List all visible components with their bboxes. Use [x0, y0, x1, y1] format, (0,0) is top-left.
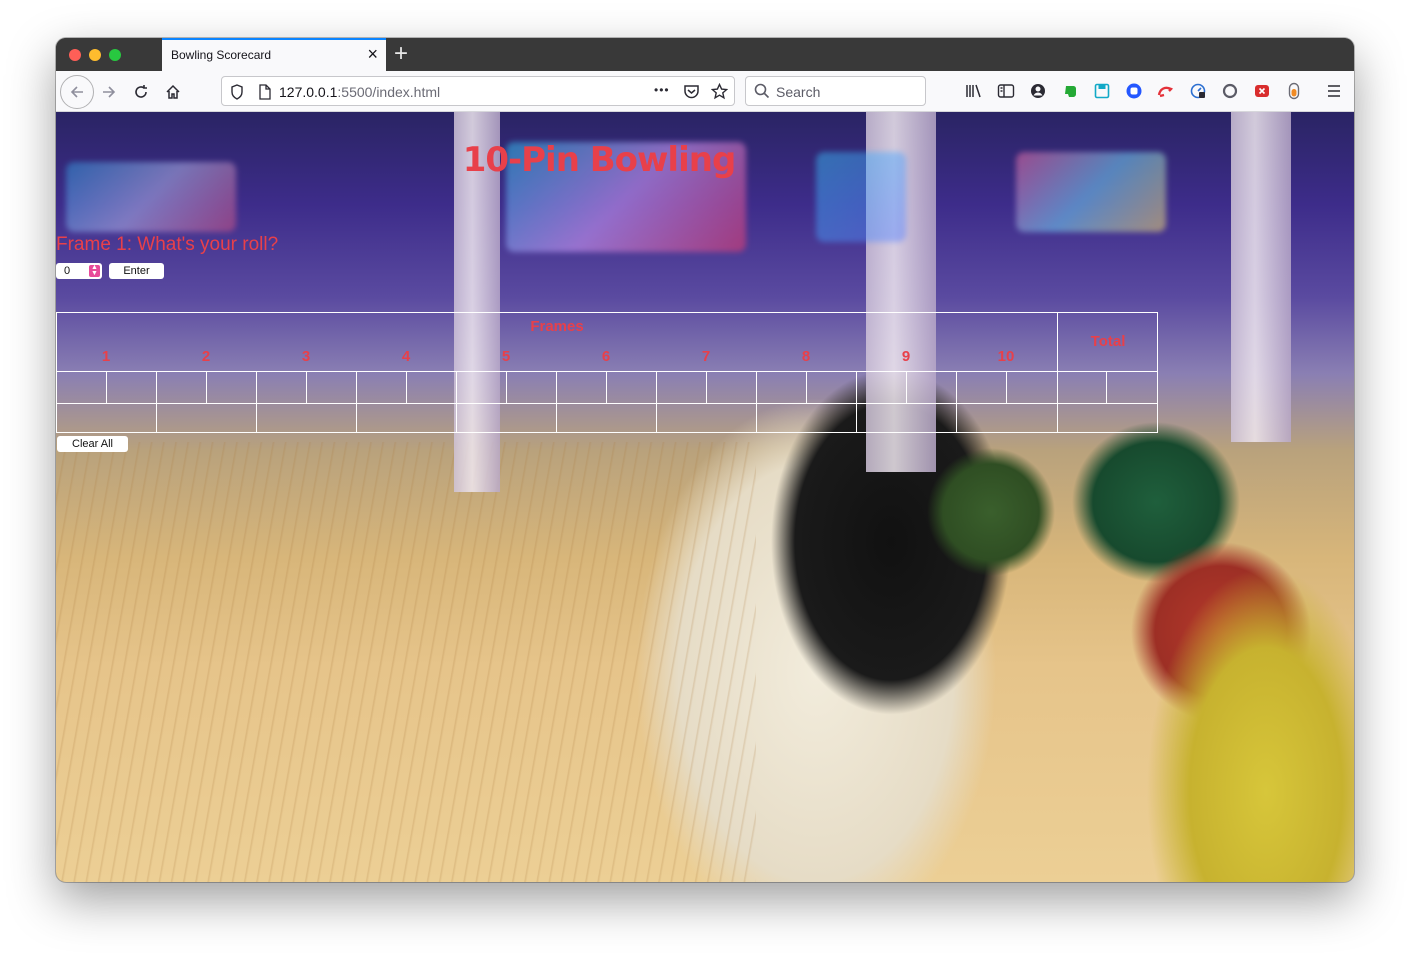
frame-divider	[456, 371, 457, 433]
roll-divider	[706, 371, 707, 403]
roll-divider	[806, 371, 807, 403]
forward-arrow-icon	[103, 86, 116, 98]
home-icon	[166, 84, 180, 99]
navigation-bar: 127.0.0.1:5500/index.html ••• Search	[56, 71, 1354, 112]
frame-divider	[956, 371, 957, 433]
bookmark-star-icon[interactable]	[711, 83, 728, 100]
shield-icon[interactable]	[230, 84, 244, 100]
frame-number-6: 6	[601, 348, 611, 365]
select-stepper-icon: ▲ ▼	[89, 264, 100, 277]
roll-select-value: 0	[64, 265, 71, 277]
forward-button[interactable]	[92, 75, 126, 109]
extension-gauge-icon[interactable]	[1187, 80, 1209, 102]
frame-number-1: 1	[101, 348, 111, 365]
url-text[interactable]: 127.0.0.1:5500/index.html	[279, 84, 440, 100]
tab-strip: Bowling Scorecard × +	[56, 38, 1354, 71]
search-icon	[754, 83, 770, 99]
browser-window: Bowling Scorecard × + 127.0.0.1:5500/ind…	[56, 38, 1354, 882]
roll-divider	[506, 371, 507, 403]
url-path: :5500/index.html	[337, 84, 441, 100]
roll-prompt: Frame 1: What's your roll?	[56, 234, 279, 255]
back-button[interactable]	[60, 75, 94, 109]
close-tab-icon[interactable]: ×	[367, 44, 378, 64]
roll-select[interactable]: 0 ▲ ▼	[56, 263, 102, 279]
frame-number-3: 3	[301, 348, 311, 365]
close-window-button[interactable]	[69, 49, 81, 61]
url-host: 127.0.0.1	[279, 84, 338, 100]
scorecard-table: Frames Total 1 2 3 4 5 6 7 8 9 10	[56, 312, 1158, 433]
grid-line	[56, 312, 57, 433]
frame-number-4: 4	[401, 348, 411, 365]
evernote-icon[interactable]	[1059, 80, 1081, 102]
grid-line	[1057, 312, 1058, 433]
roll-divider	[206, 371, 207, 403]
pocket-icon[interactable]	[683, 83, 700, 100]
grid-line	[56, 403, 1158, 404]
clear-all-button[interactable]: Clear All	[57, 436, 128, 452]
background-lane	[56, 442, 756, 882]
home-button[interactable]	[156, 75, 190, 109]
page-icon	[259, 84, 271, 100]
grid-line	[56, 312, 1158, 313]
save-icon[interactable]	[1091, 80, 1113, 102]
back-arrow-icon	[70, 86, 83, 98]
menu-icon[interactable]	[1323, 80, 1345, 102]
frame-divider	[656, 371, 657, 433]
frames-header: Frames	[530, 318, 584, 335]
extension-orange-pill-icon[interactable]	[1283, 80, 1305, 102]
roll-divider	[406, 371, 407, 403]
grid-line	[56, 371, 1158, 372]
minimize-window-button[interactable]	[89, 49, 101, 61]
extension-red-arc-icon[interactable]	[1155, 80, 1177, 102]
roll-divider	[306, 371, 307, 403]
frame-divider	[256, 371, 257, 433]
extension-red-x-icon[interactable]	[1251, 80, 1273, 102]
grid-line	[56, 432, 1158, 433]
frame-number-2: 2	[201, 348, 211, 365]
roll-divider	[106, 371, 107, 403]
frame-number-10: 10	[997, 348, 1015, 365]
enter-button[interactable]: Enter	[109, 263, 164, 279]
total-header: Total	[1090, 333, 1126, 350]
frame-number-7: 7	[701, 348, 711, 365]
page-actions-icon[interactable]: •••	[654, 83, 670, 97]
frame-divider	[356, 371, 357, 433]
search-placeholder: Search	[776, 84, 821, 100]
roll-divider	[606, 371, 607, 403]
roll-divider	[906, 371, 907, 403]
frame-divider	[756, 371, 757, 433]
frame-number-8: 8	[801, 348, 811, 365]
frame-divider	[556, 371, 557, 433]
zoom-window-button[interactable]	[109, 49, 121, 61]
url-bar[interactable]: 127.0.0.1:5500/index.html •••	[221, 76, 735, 106]
tab-bowling-scorecard[interactable]: Bowling Scorecard ×	[162, 38, 386, 71]
account-icon[interactable]	[1027, 80, 1049, 102]
new-tab-button[interactable]: +	[394, 41, 408, 67]
grid-line	[1157, 312, 1158, 433]
reload-button[interactable]	[124, 75, 158, 109]
reload-icon	[135, 85, 147, 98]
extension-blue-icon[interactable]	[1123, 80, 1145, 102]
frame-number-9: 9	[901, 348, 911, 365]
tab-title: Bowling Scorecard	[171, 48, 272, 62]
background-pillar	[1231, 112, 1291, 442]
sidebar-icon[interactable]	[995, 80, 1017, 102]
search-input[interactable]: Search	[745, 76, 926, 106]
frame-number-5: 5	[501, 348, 511, 365]
page-title: 10-Pin Bowling	[462, 140, 737, 180]
page-content: 10-Pin Bowling Frame 1: What's your roll…	[56, 112, 1354, 882]
library-icon[interactable]	[963, 80, 985, 102]
extension-ring-icon[interactable]	[1219, 80, 1241, 102]
frame-divider	[156, 371, 157, 433]
frame-divider	[856, 371, 857, 433]
roll-divider	[1006, 371, 1007, 403]
roll-divider	[1106, 371, 1107, 403]
